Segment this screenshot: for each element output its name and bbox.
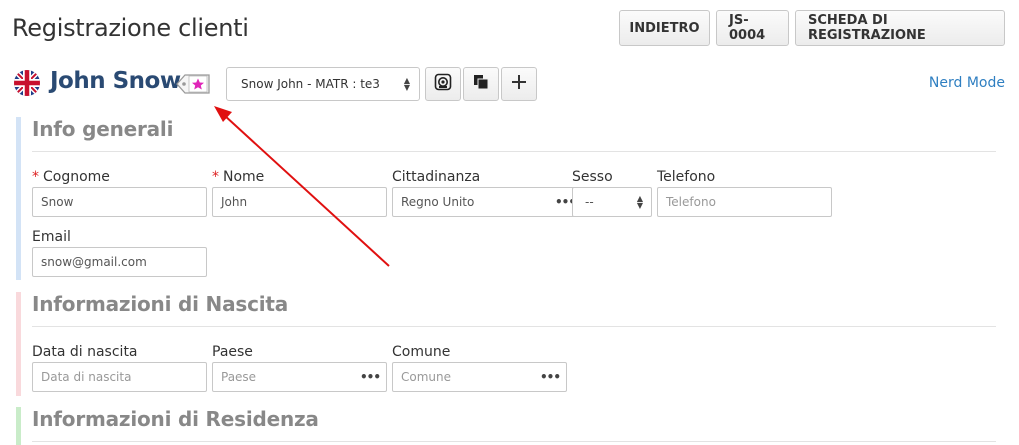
nerd-mode-link[interactable]: Nerd Mode (929, 75, 1005, 91)
residence-section-title: Informazioni di Residenza (32, 407, 319, 431)
registration-sheet-button[interactable]: SCHEDA DI REGISTRAZIONE (795, 10, 1005, 46)
select-arrows-icon: ▲ ▼ (403, 76, 410, 92)
birth-section-title: Informazioni di Nascita (32, 292, 289, 316)
more-dots-icon[interactable]: ••• (360, 370, 381, 384)
name-field[interactable]: John (212, 187, 387, 217)
info-section: Info generali * Cognome Snow * Nome John C… (16, 117, 1006, 280)
city-field[interactable]: Comune ••• (392, 362, 567, 392)
residence-section: Informazioni di Residenza (16, 407, 1006, 445)
patient-name: John Snow (50, 68, 181, 94)
email-field[interactable]: snow@gmail.com (32, 247, 207, 277)
camera-button[interactable] (425, 67, 461, 101)
plus-icon (511, 74, 527, 94)
section-divider (32, 151, 996, 152)
patient-select[interactable]: Snow John - MATR : te3 ▲ ▼ (226, 67, 420, 101)
citizenship-value: Regno Unito (401, 195, 475, 209)
copy-button[interactable] (463, 67, 499, 101)
code-button[interactable]: JS-0004 (716, 10, 789, 46)
birth-date-label: Data di nascita (32, 344, 138, 360)
city-placeholder: Comune (401, 370, 452, 384)
more-dots-icon[interactable]: ••• (540, 370, 561, 384)
section-divider (32, 441, 996, 442)
sex-label: Sesso (572, 169, 613, 185)
back-button[interactable]: INDIETRO (619, 10, 710, 46)
add-button[interactable] (501, 67, 537, 101)
section-accent-bar (16, 117, 21, 280)
name-label: * Nome (212, 169, 264, 185)
page-title: Registrazione clienti (12, 14, 249, 42)
phone-field[interactable]: Telefono (657, 187, 832, 217)
country-label: Paese (212, 344, 253, 360)
uk-flag-icon (14, 70, 40, 96)
surname-field[interactable]: Snow (32, 187, 207, 217)
birth-section: Informazioni di Nascita Data di nascita … (16, 292, 1006, 396)
sex-select[interactable]: -- ▲ ▼ (572, 187, 652, 217)
star-tag-icon[interactable] (175, 72, 211, 96)
country-placeholder: Paese (221, 370, 257, 384)
required-mark: * (32, 169, 39, 185)
citizenship-label: Cittadinanza (392, 169, 481, 185)
top-actions: INDIETRO JS-0004 SCHEDA DI REGISTRAZIONE (619, 10, 1005, 46)
phone-label: Telefono (657, 169, 716, 185)
city-label: Comune (392, 344, 451, 360)
section-accent-bar (16, 292, 21, 396)
surname-label-text: Cognome (43, 169, 110, 185)
surname-label: * Cognome (32, 169, 110, 185)
section-accent-bar (16, 407, 21, 445)
section-divider (32, 326, 996, 327)
info-section-title: Info generali (32, 117, 174, 141)
name-label-text: Nome (223, 169, 265, 185)
birth-date-field[interactable]: Data di nascita (32, 362, 207, 392)
sex-value: -- (585, 195, 594, 209)
camera-icon (434, 73, 452, 95)
citizenship-field[interactable]: Regno Unito ••• (392, 187, 582, 217)
country-field[interactable]: Paese ••• (212, 362, 387, 392)
required-mark: * (212, 169, 219, 185)
select-arrows-icon: ▲ ▼ (636, 194, 643, 210)
patient-select-value: Snow John - MATR : te3 (241, 77, 380, 91)
email-label: Email (32, 229, 71, 245)
copy-icon (473, 74, 489, 94)
